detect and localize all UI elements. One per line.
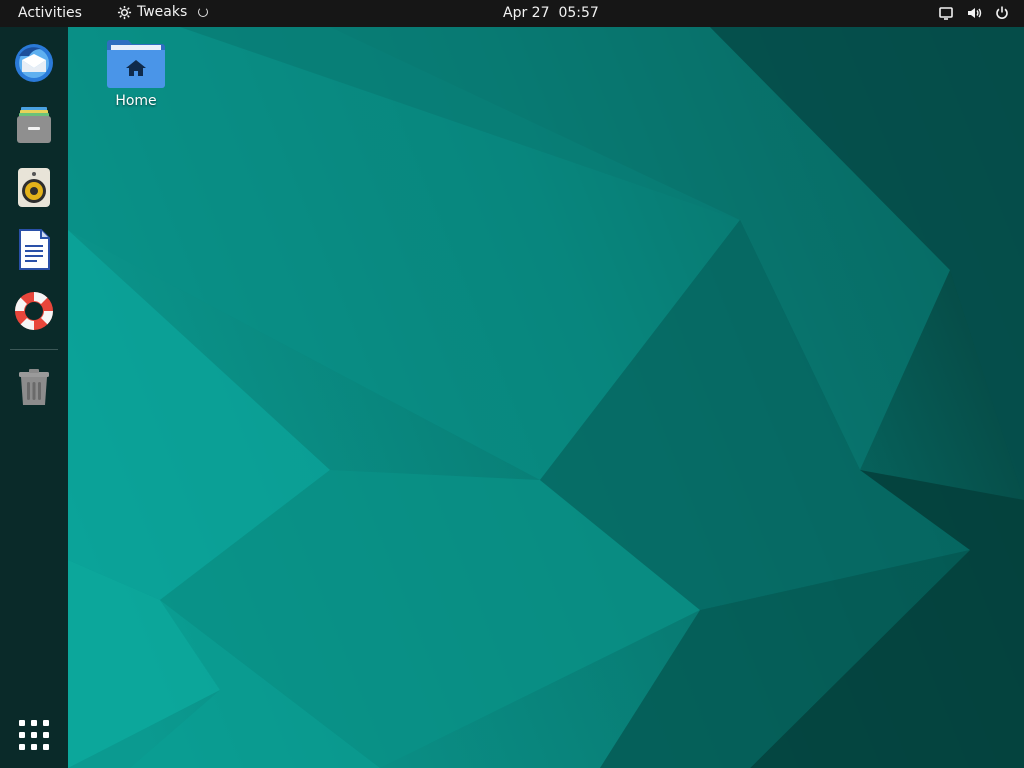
tweaks-app-icon [117,5,132,19]
dock-separator [10,349,58,350]
power-icon[interactable] [994,5,1010,21]
rhythmbox-speaker-icon[interactable] [10,163,58,211]
app-menu-button[interactable]: Tweaks [117,4,209,20]
writer-document-icon[interactable] [10,225,58,273]
show-applications-icon[interactable] [10,711,58,759]
files-icon[interactable] [10,101,58,149]
dock [0,27,68,768]
trash-icon[interactable] [10,363,58,411]
clock-time: 05:57 [558,5,599,21]
help-lifebuoy-icon[interactable] [10,287,58,335]
activities-button[interactable]: Activities [18,5,82,21]
volume-icon[interactable] [966,5,982,21]
clock-button[interactable]: Apr 27 05:57 [503,5,599,21]
top-bar: Activities Tweaks Apr 27 05:57 [0,0,1024,27]
app-menu-label: Tweaks [137,4,188,20]
clock-date: Apr 27 [503,5,550,21]
desktop-wallpaper [0,0,1024,768]
desktop-icon-label: Home [115,93,157,109]
desktop-icon-home[interactable]: Home [100,36,172,109]
thunderbird-mail-icon[interactable] [10,39,58,87]
display-icon[interactable] [938,5,954,21]
system-status-menu[interactable] [938,5,1010,21]
home-folder-icon [107,40,165,88]
loading-spinner-icon [198,7,209,17]
